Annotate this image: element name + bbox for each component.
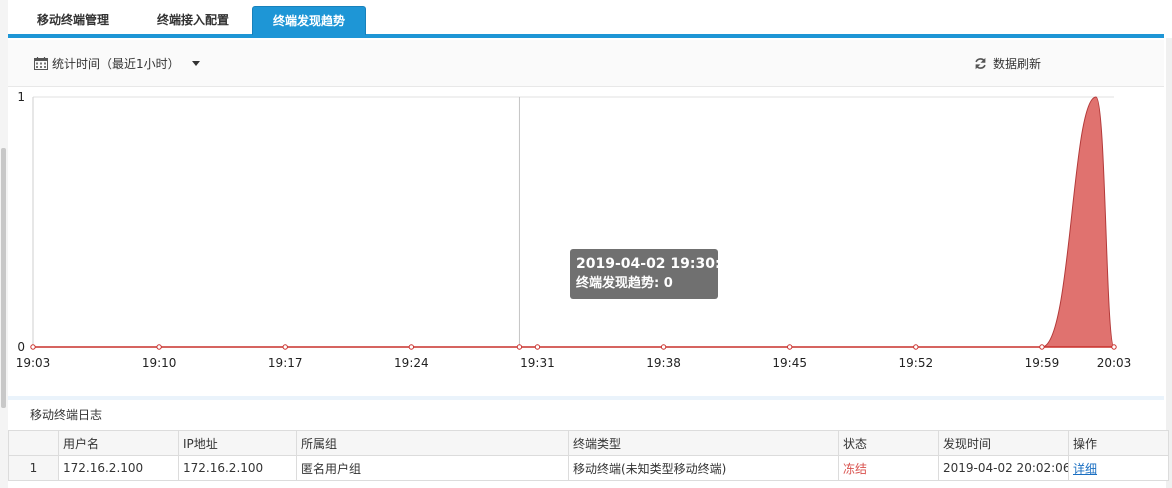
x-tick-label: 19:03: [16, 356, 51, 370]
series-area: [33, 96, 1115, 348]
left-scrollbar[interactable]: [0, 0, 8, 488]
tab-terminal-discovery-trend[interactable]: 终端发现趋势: [252, 6, 366, 35]
left-scrollbar-thumb[interactable]: [1, 148, 6, 408]
data-point: [913, 344, 919, 350]
trend-chart: 19:03 19:10 19:17 19:24 19:31 19:38 19:45 19:52…: [8, 86, 1164, 396]
col-index: [8, 430, 59, 456]
refresh-button[interactable]: 数据刷新: [974, 55, 1041, 72]
right-scrollbar[interactable]: [1166, 38, 1172, 488]
col-status[interactable]: 状态: [838, 430, 939, 456]
calendar-icon: [34, 57, 48, 70]
refresh-icon: [975, 57, 986, 70]
x-tick-label: 19:31: [520, 356, 555, 370]
data-point: [534, 344, 541, 350]
tooltip-value: 终端发现趋势: 0: [576, 276, 673, 291]
trend-chart-svg: 19:03 19:10 19:17 19:24 19:31 19:38 19:45 19:52…: [16, 90, 1132, 370]
x-tick-label: 19:59: [1025, 356, 1060, 370]
data-point: [660, 344, 667, 350]
x-tick-label: 19:17: [268, 356, 303, 370]
period-dropdown[interactable]: 统计时间（最近1小时）: [34, 55, 200, 72]
data-point: [516, 344, 523, 350]
log-header-row: 用户名 IP地址 所属组 终端类型 状态 发现时间 操作: [8, 430, 1169, 456]
cell-username: 172.16.2.100: [58, 455, 179, 481]
cell-discovery-time: 2019-04-02 20:02:06: [938, 455, 1069, 481]
col-ip[interactable]: IP地址: [178, 430, 297, 456]
tab-bar: 移动终端管理 终端接入配置 终端发现趋势: [8, 0, 1164, 38]
x-tick-label: 19:38: [646, 356, 681, 370]
section-divider: [8, 396, 1164, 400]
caret-down-icon: [191, 61, 200, 66]
cell-ip: 172.16.2.100: [178, 455, 297, 481]
data-point: [30, 344, 36, 350]
y-tick-label: 1: [17, 90, 25, 104]
col-username[interactable]: 用户名: [58, 430, 179, 456]
x-tick-label: 20:03: [1097, 356, 1132, 370]
col-terminal-type[interactable]: 终端类型: [568, 430, 839, 456]
col-group[interactable]: 所属组: [296, 430, 569, 456]
tab-mobile-terminal-management[interactable]: 移动终端管理: [18, 6, 128, 34]
cell-terminal-type: 移动终端(未知类型移动终端): [568, 455, 839, 481]
x-tick-label: 19:45: [772, 356, 807, 370]
data-point: [282, 344, 288, 350]
row-index: 1: [8, 455, 59, 481]
data-point: [1111, 344, 1117, 350]
data-point: [787, 344, 793, 350]
col-operation: 操作: [1068, 430, 1169, 456]
data-point: [408, 344, 415, 350]
data-point: [1039, 344, 1045, 350]
table-row[interactable]: 1 172.16.2.100 172.16.2.100 匿名用户组 移动终端(未…: [8, 455, 1169, 481]
x-tick-label: 19:52: [899, 356, 934, 370]
data-point: [156, 344, 162, 350]
y-tick-label: 0: [17, 340, 25, 354]
period-label: 统计时间（最近1小时）: [52, 57, 180, 71]
refresh-label: 数据刷新: [993, 57, 1042, 71]
x-tick-label: 19:10: [142, 356, 177, 370]
cell-status: 冻结: [838, 455, 939, 481]
log-table: 用户名 IP地址 所属组 终端类型 状态 发现时间 操作 1 172.16.2.…: [8, 430, 1169, 481]
toolbar: 统计时间（最近1小时） 数据刷新: [8, 40, 1164, 87]
cell-group: 匿名用户组: [296, 455, 569, 481]
tab-terminal-access-config[interactable]: 终端接入配置: [138, 6, 248, 34]
tooltip-time: 2019-04-02 19:30:00: [576, 256, 741, 272]
log-title: 移动终端日志: [30, 408, 103, 422]
detail-link[interactable]: 详细: [1073, 462, 1097, 476]
chart-tooltip: 2019-04-02 19:30:00 终端发现趋势: 0: [570, 249, 741, 299]
col-discovery-time[interactable]: 发现时间: [938, 430, 1069, 456]
x-tick-label: 19:24: [394, 356, 429, 370]
cell-operation: 详细: [1068, 455, 1169, 481]
